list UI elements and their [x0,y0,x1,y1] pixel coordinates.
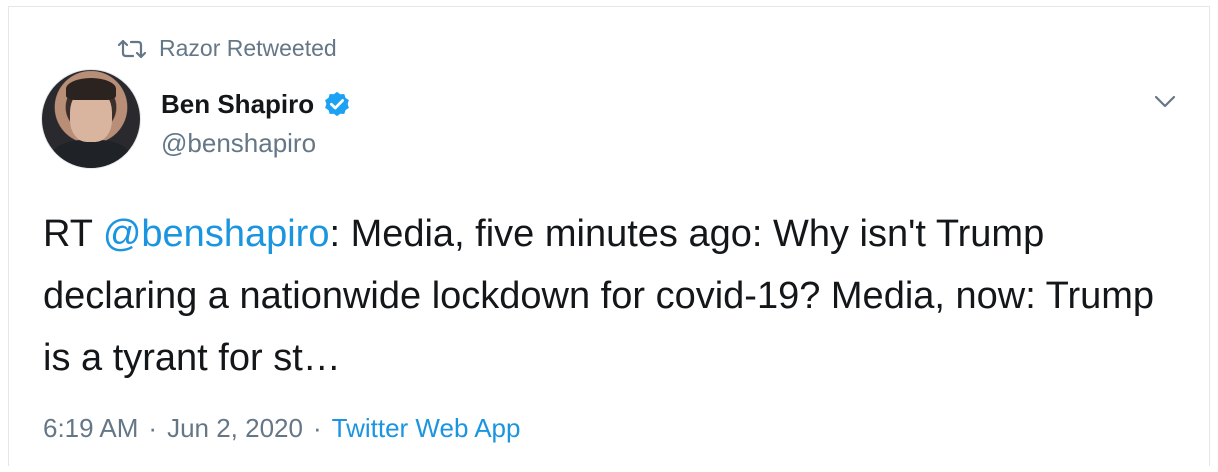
retweet-context[interactable]: Razor Retweeted [117,35,337,62]
meta-separator: · [148,413,158,443]
meta-separator: · [312,413,322,443]
author-handle[interactable]: @benshapiro [161,128,352,159]
display-name-row[interactable]: Ben Shapiro [161,89,352,120]
tweet-source-link[interactable]: Twitter Web App [332,413,521,444]
display-name[interactable]: Ben Shapiro [161,89,314,120]
tweet-card[interactable]: Razor Retweeted Ben Shapiro @benshapiro … [8,6,1210,466]
tweet-time[interactable]: 6:19 AM [43,413,138,444]
avatar-hair [66,78,116,100]
avatar-shirt [52,140,130,168]
chevron-down-icon[interactable] [1151,87,1179,115]
mention-link[interactable]: @benshapiro [103,213,330,255]
verified-badge-icon [325,91,350,116]
tweet-meta: 6:19 AM · Jun 2, 2020 · Twitter Web App [43,413,520,444]
avatar[interactable] [41,69,141,169]
tweet-prefix: RT [43,213,103,255]
author-block[interactable]: Ben Shapiro @benshapiro [161,89,352,159]
tweet-date[interactable]: Jun 2, 2020 [167,413,303,444]
retweet-label[interactable]: Razor Retweeted [159,35,337,62]
tweet-text: RT @benshapiro: Media, five minutes ago:… [43,203,1163,389]
retweet-icon [117,39,147,58]
